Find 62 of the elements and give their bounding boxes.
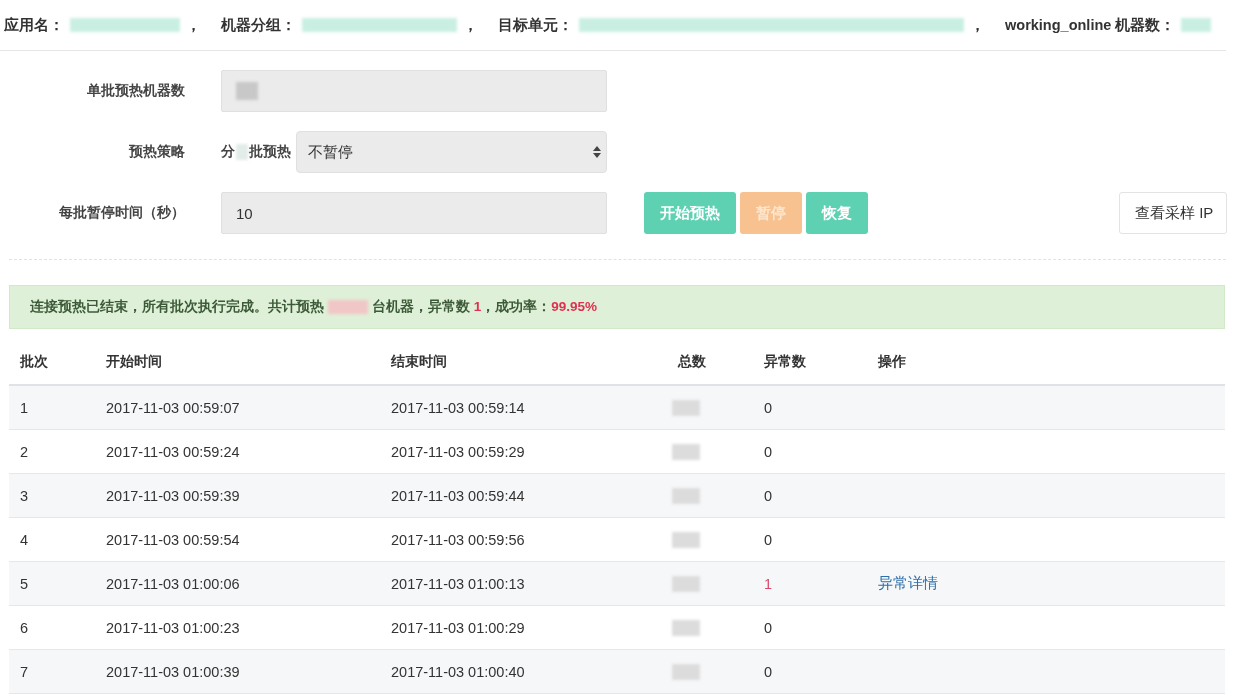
details-link[interactable]: 异常详情: [878, 575, 938, 591]
table-cell: 2017-11-03 00:59:29: [391, 443, 525, 460]
caret-icon: [593, 146, 601, 158]
table-cell: 2017-11-03 00:59:44: [391, 487, 525, 504]
field-label: 应用名：: [4, 15, 64, 35]
view-button[interactable]: 查看采样 IP: [1119, 192, 1227, 234]
column-header: 结束时间: [390, 353, 448, 371]
table-cell: 0: [764, 619, 773, 636]
table-cell: 0: [764, 443, 773, 460]
alert-message: 连接预热已结束，所有批次执行完成。共计预热 台机器，异常数 1，成功率：99.95%: [30, 298, 598, 316]
table-cell: 0: [764, 487, 773, 504]
table-cell: 7: [20, 663, 29, 680]
table-cell: 1: [20, 399, 29, 416]
table-cell: 0: [764, 399, 773, 416]
column-header: 操作: [877, 353, 907, 371]
column-header: 总数: [676, 353, 707, 371]
table-cell: 2017-11-03 01:00:40: [391, 663, 525, 680]
input-field[interactable]: 10: [221, 192, 607, 234]
redacted-block: [672, 664, 700, 681]
redacted-block: [672, 620, 700, 637]
table-cell: 2017-11-03 00:59:56: [391, 531, 525, 548]
table-cell: 5: [20, 575, 29, 592]
field-label: 单批预热机器数: [86, 82, 185, 100]
table-cell: 2017-11-03 01:00:39: [106, 663, 240, 680]
redacted-block: [672, 400, 700, 417]
field-label: working_online 机器数：: [1005, 15, 1176, 35]
field-label: 目标单元：: [498, 15, 573, 35]
table-cell: 3: [20, 487, 29, 504]
redacted-block: [672, 576, 700, 593]
redacted-block: [236, 144, 248, 160]
table-cell: 2017-11-03 01:00:06: [106, 575, 240, 592]
table-cell: 1: [764, 575, 773, 592]
field-label: 分: [221, 143, 235, 161]
table-cell: 4: [20, 531, 29, 548]
table-cell: 2017-11-03 00:59:07: [106, 399, 240, 416]
table-cell: 2017-11-03 01:00:29: [391, 619, 525, 636]
table-cell: 2017-11-03 01:00:23: [106, 619, 240, 636]
table-cell: 2017-11-03 01:00:13: [391, 575, 525, 592]
table-cell: 0: [764, 531, 773, 548]
field-label: 批预热: [249, 143, 291, 161]
redacted-block: [672, 444, 700, 461]
table-cell: 2017-11-03 00:59:39: [106, 487, 240, 504]
table-cell: 2017-11-03 00:59:54: [106, 531, 240, 548]
separator-text: ，: [970, 15, 985, 35]
redacted-block: [672, 532, 700, 549]
column-header: 批次: [19, 353, 49, 371]
column-header: 异常数: [763, 353, 807, 371]
redacted-block: [672, 488, 700, 505]
table-cell: 2: [20, 443, 29, 460]
input-field[interactable]: [221, 70, 607, 112]
table-cell: 0: [764, 663, 773, 680]
separator-text: ，: [186, 15, 201, 35]
strategy-dropdown[interactable]: 不暂停: [296, 131, 607, 173]
column-header: 开始时间: [105, 353, 163, 371]
table-cell: 2017-11-03 00:59:14: [391, 399, 525, 416]
redacted-block: [1181, 18, 1212, 32]
table-cell: 6: [20, 619, 29, 636]
table-cell: 2017-11-03 00:59:24: [106, 443, 240, 460]
field-label: 预热策略: [127, 143, 185, 161]
field-label: 机器分组：: [221, 15, 296, 35]
separator-text: ，: [463, 15, 478, 35]
field-label: 每批暂停时间（秒）: [58, 204, 185, 222]
